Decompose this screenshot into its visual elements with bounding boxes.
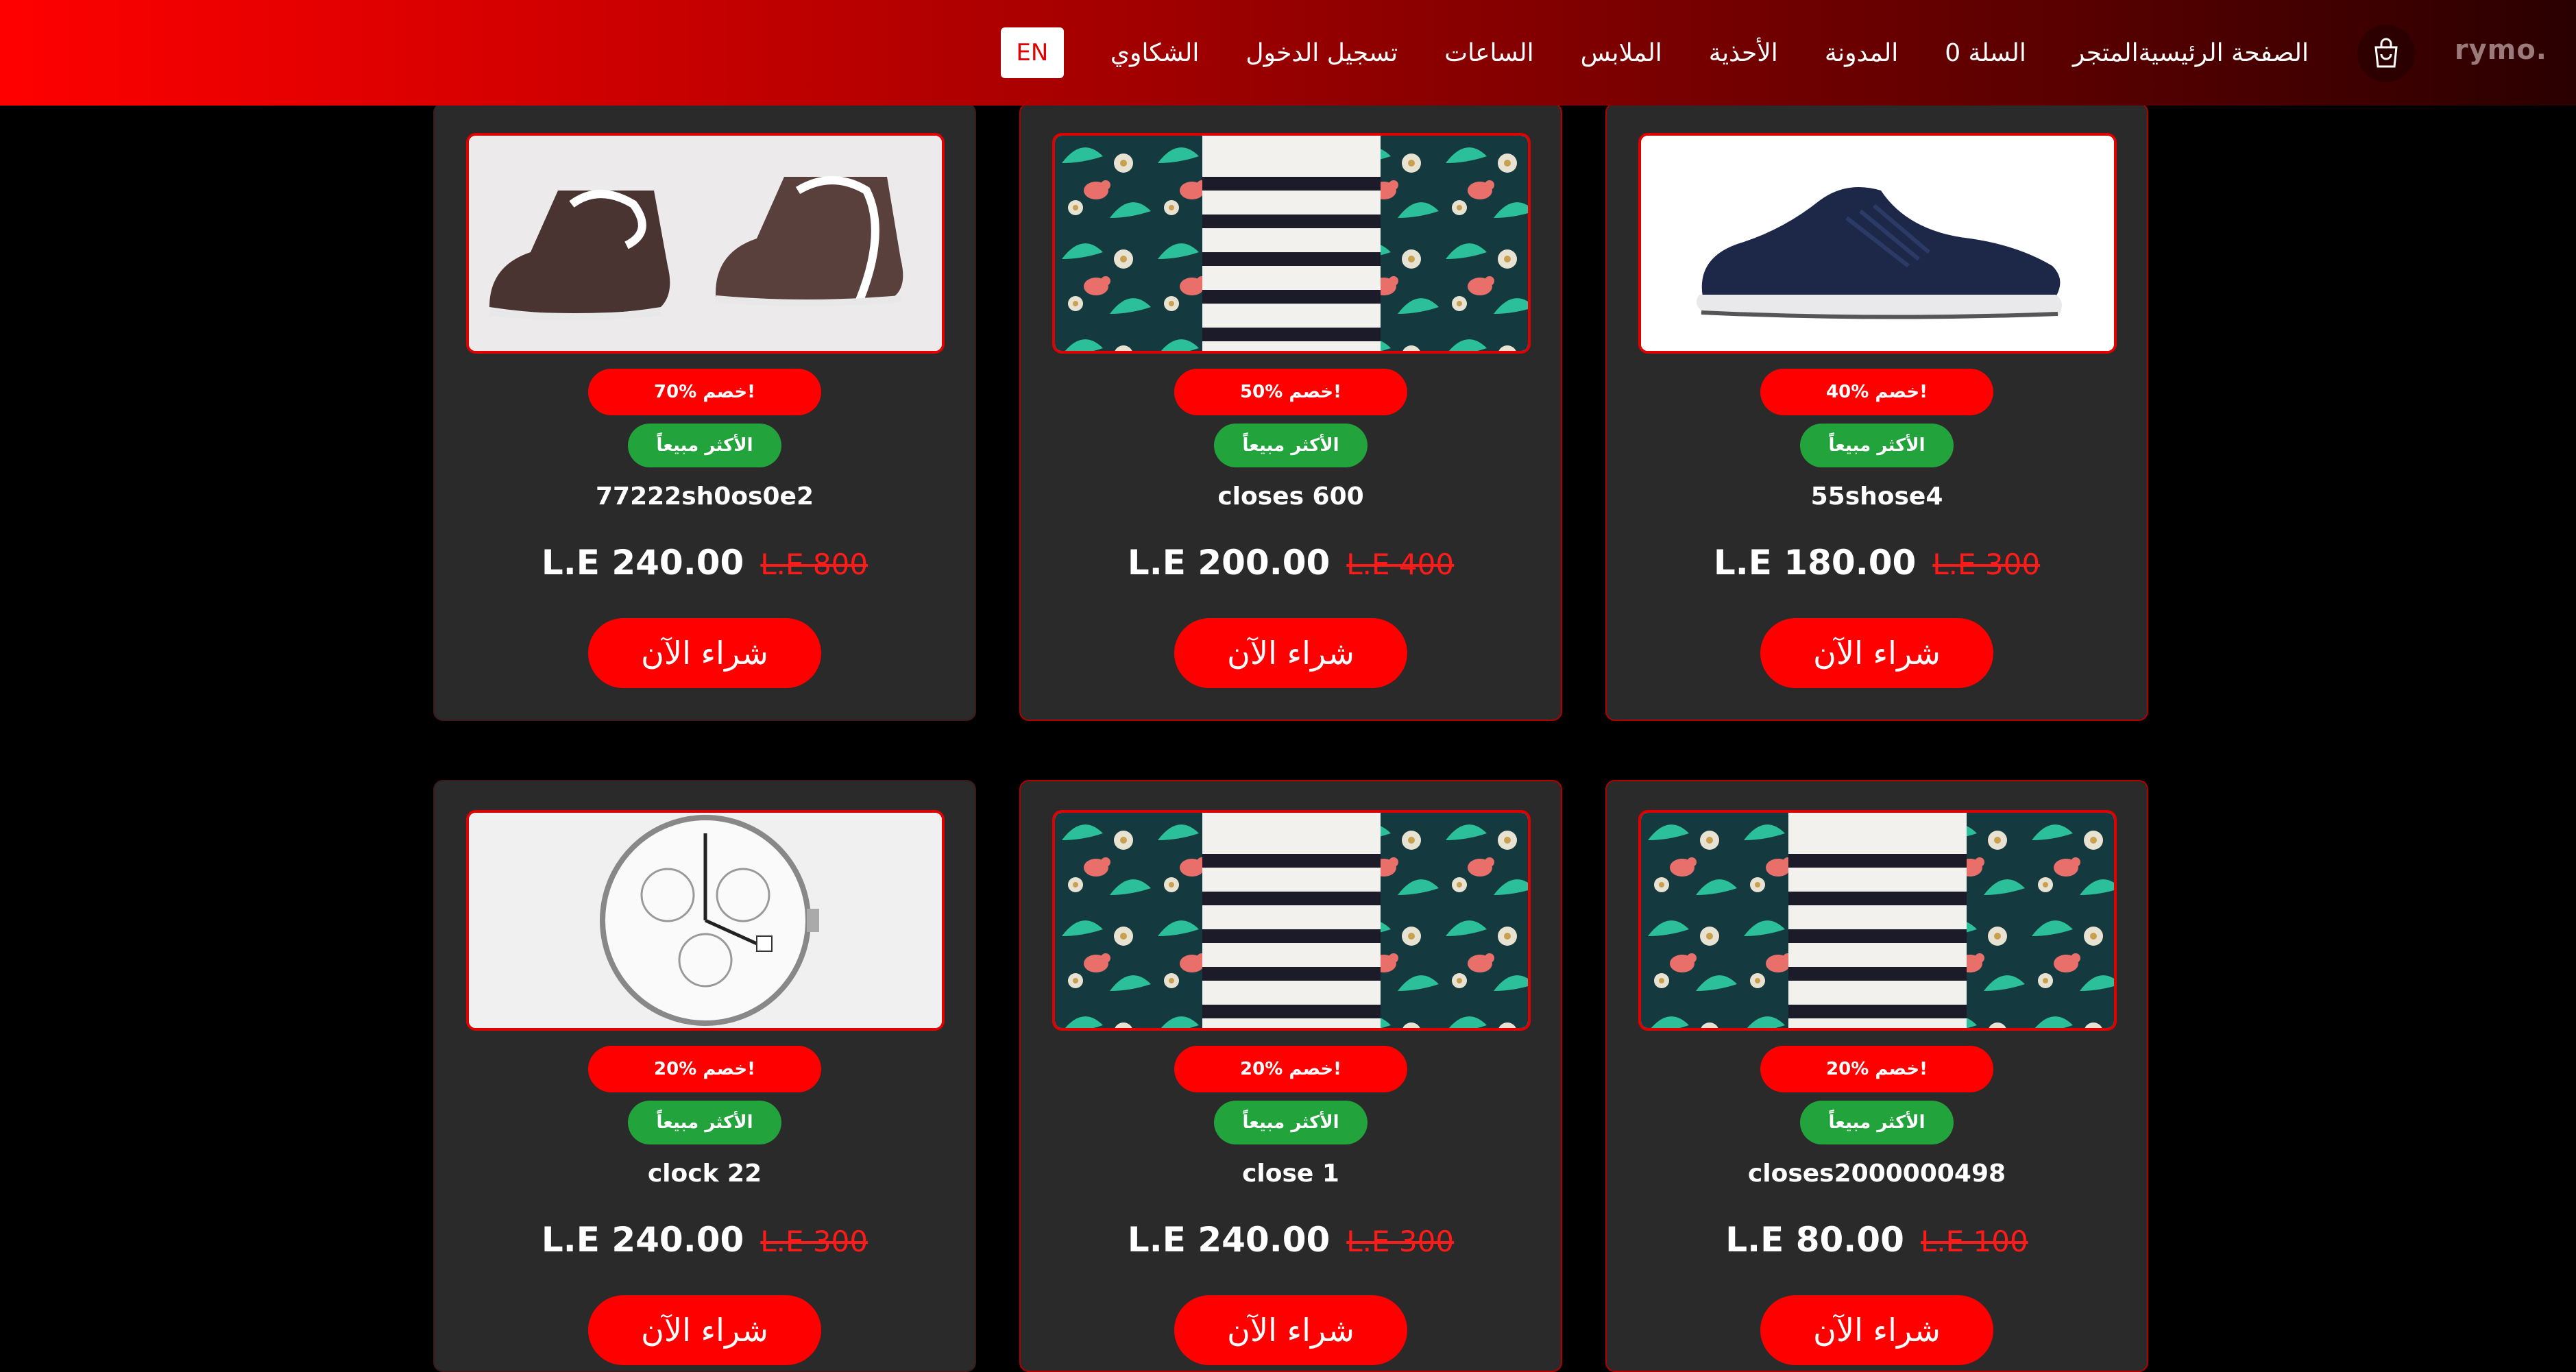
product-card[interactable]: 50% خصم! الأكثر مبيعاً closes 600 L.E 20… (1019, 103, 1562, 721)
nav-link-store[interactable]: المتجر (2073, 39, 2139, 67)
buy-now-button[interactable]: شراء الآن (1760, 1295, 1993, 1365)
buy-now-button[interactable]: شراء الآن (588, 1295, 821, 1365)
nav-link-clothes[interactable]: الملابس (1581, 39, 1662, 67)
original-price: L.E 300 (760, 1225, 868, 1258)
discount-badge: 50% خصم! (1174, 369, 1407, 415)
product-name[interactable]: close 1 (1021, 1160, 1561, 1188)
product-name[interactable]: 77222sh0os0e2 (435, 482, 975, 511)
product-image[interactable] (466, 133, 945, 354)
buy-now-button[interactable]: شراء الآن (1174, 618, 1407, 688)
language-toggle-button[interactable]: EN (1000, 27, 1064, 78)
best-seller-badge: الأكثر مبيعاً (628, 424, 781, 467)
current-price: L.E 180.00 (1713, 543, 1917, 583)
product-card[interactable]: 20% خصم! الأكثر مبيعاً closes2000000498 … (1605, 780, 2148, 1372)
price-row: L.E 180.00 L.E 300 (1607, 543, 2147, 583)
brand-logo-text[interactable]: rymo. (2455, 34, 2547, 66)
nav-link-blog[interactable]: المدونة (1825, 39, 1898, 67)
original-price: L.E 300 (1346, 1225, 1455, 1258)
original-price: L.E 800 (760, 548, 868, 581)
shopping-bag-icon[interactable] (2357, 25, 2415, 82)
original-price: L.E 100 (1920, 1225, 2028, 1258)
discount-badge: 70% خصم! (588, 369, 821, 415)
discount-badge: 20% خصم! (1174, 1046, 1407, 1092)
price-row: L.E 240.00 L.E 300 (1021, 1220, 1561, 1260)
top-navbar: rymo. الصفحة الرئيسية المتجر السلة 0 الم… (0, 0, 2576, 106)
product-image[interactable] (1052, 133, 1531, 354)
product-name[interactable]: clock 22 (435, 1160, 975, 1188)
product-card[interactable]: 20% خصم! الأكثر مبيعاً close 1 L.E 240.0… (1019, 780, 1562, 1372)
discount-badge: 20% خصم! (588, 1046, 821, 1092)
product-card[interactable]: 40% خصم! الأكثر مبيعاً 55shose4 L.E 180.… (1605, 103, 2148, 721)
nav-link-watches[interactable]: الساعات (1444, 39, 1533, 67)
product-card[interactable]: 70% خصم! الأكثر مبيعاً 77222sh0os0e2 L.E… (433, 103, 976, 721)
nav-link-shoes[interactable]: الأحذية (1709, 39, 1778, 67)
buy-now-button[interactable]: شراء الآن (1174, 1295, 1407, 1365)
best-seller-badge: الأكثر مبيعاً (628, 1101, 781, 1144)
price-row: L.E 80.00 L.E 100 (1607, 1220, 2147, 1260)
price-row: L.E 240.00 L.E 300 (435, 1220, 975, 1260)
nav-link-login[interactable]: تسجيل الدخول (1246, 39, 1398, 67)
product-image[interactable] (1052, 810, 1531, 1031)
nav-links: الصفحة الرئيسية المتجر السلة 0 المدونة ا… (962, 0, 2309, 106)
best-seller-badge: الأكثر مبيعاً (1800, 1101, 1954, 1144)
price-row: L.E 200.00 L.E 400 (1021, 543, 1561, 583)
current-price: L.E 200.00 (1127, 543, 1330, 583)
discount-badge: 20% خصم! (1760, 1046, 1993, 1092)
best-seller-badge: الأكثر مبيعاً (1800, 424, 1954, 467)
current-price: L.E 240.00 (541, 1220, 744, 1260)
original-price: L.E 400 (1346, 548, 1455, 581)
current-price: L.E 240.00 (541, 543, 744, 583)
product-card[interactable]: 20% خصم! الأكثر مبيعاً clock 22 L.E 240.… (433, 780, 976, 1372)
nav-link-cart[interactable]: السلة 0 (1945, 39, 2026, 67)
price-row: L.E 240.00 L.E 800 (435, 543, 975, 583)
product-image[interactable] (1638, 810, 2117, 1031)
nav-link-complaints[interactable]: الشكاوي (1110, 39, 1200, 67)
product-name[interactable]: closes 600 (1021, 482, 1561, 511)
current-price: L.E 240.00 (1127, 1220, 1330, 1260)
best-seller-badge: الأكثر مبيعاً (1214, 424, 1368, 467)
product-image[interactable] (1638, 133, 2117, 354)
current-price: L.E 80.00 (1725, 1220, 1904, 1260)
original-price: L.E 300 (1932, 548, 2041, 581)
nav-link-home[interactable]: الصفحة الرئيسية (2139, 39, 2309, 67)
best-seller-badge: الأكثر مبيعاً (1214, 1101, 1368, 1144)
product-name[interactable]: closes2000000498 (1607, 1160, 2147, 1188)
buy-now-button[interactable]: شراء الآن (588, 618, 821, 688)
buy-now-button[interactable]: شراء الآن (1760, 618, 1993, 688)
discount-badge: 40% خصم! (1760, 369, 1993, 415)
product-image[interactable] (466, 810, 945, 1031)
product-name[interactable]: 55shose4 (1607, 482, 2147, 511)
